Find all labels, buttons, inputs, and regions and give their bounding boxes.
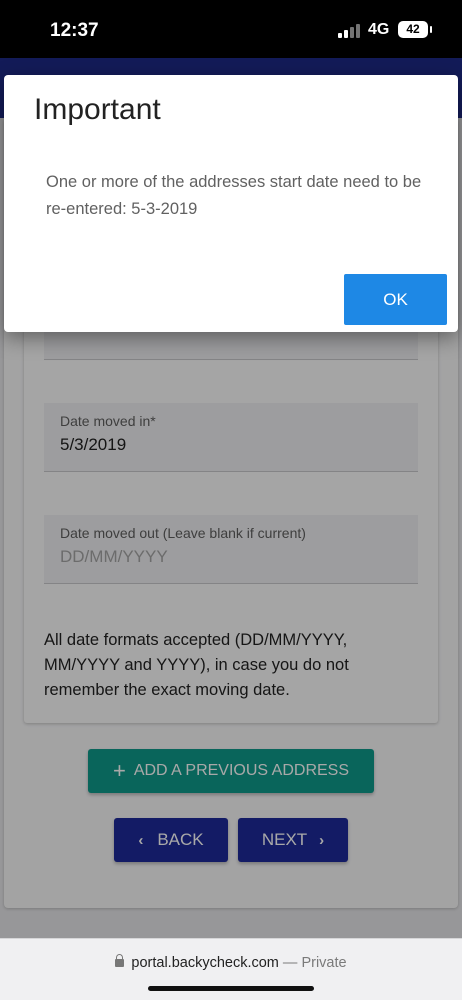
url-row[interactable]: portal.backycheck.com — Private <box>0 954 462 971</box>
home-indicator[interactable] <box>148 986 314 991</box>
dialog-message: One or more of the addresses start date … <box>46 173 422 218</box>
url-text: portal.backycheck.com <box>131 955 279 971</box>
private-mode-label: Private <box>301 955 347 971</box>
private-separator: — <box>282 955 298 971</box>
dialog-title: Important <box>34 93 161 126</box>
status-bar: 12:37 4G 42 <box>0 0 462 58</box>
important-dialog: Important One or more of the addresses s… <box>4 75 458 332</box>
ok-button[interactable]: OK <box>344 274 447 325</box>
signal-icon <box>338 23 362 38</box>
browser-address-bar[interactable]: portal.backycheck.com — Private <box>0 938 462 1000</box>
battery-icon: 42 <box>398 21 432 38</box>
network-type: 4G <box>368 21 390 38</box>
status-time: 12:37 <box>50 20 99 41</box>
lock-icon <box>115 954 125 967</box>
